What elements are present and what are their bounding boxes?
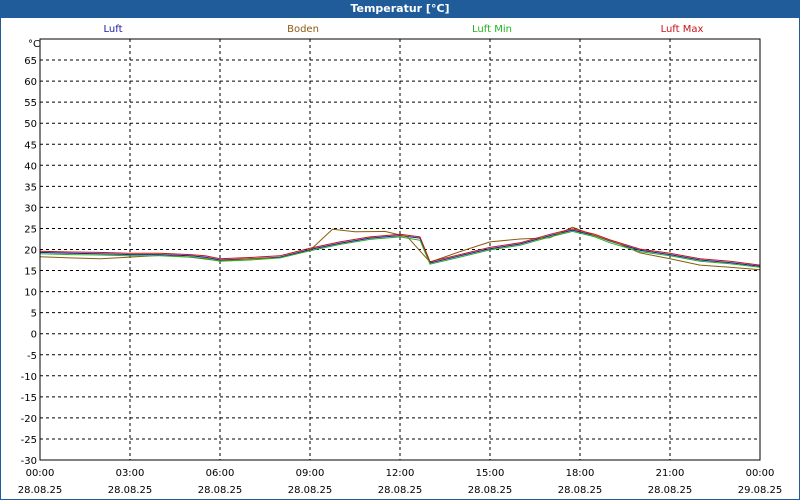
x-tick-date: 28.08.25 bbox=[108, 485, 153, 496]
x-tick-time: 15:00 bbox=[476, 468, 505, 479]
x-tick-labels: 00:00 28.08.25 03:00 28.08.25 06:00 28.08.25 0… bbox=[18, 468, 783, 496]
series-line-luft-max bbox=[39, 228, 761, 266]
x-tick-date: 28.08.25 bbox=[288, 485, 333, 496]
y-tick-label: -20 bbox=[21, 414, 37, 425]
y-tick-label: 25 bbox=[24, 224, 37, 235]
y-tick-label: -15 bbox=[21, 393, 37, 404]
y-tick-label: 50 bbox=[24, 119, 37, 130]
y-tick-labels: 65605550454035302520151050-5-10-15-20-25… bbox=[21, 56, 37, 467]
y-tick-label: -30 bbox=[21, 456, 37, 467]
y-axis-label: °C bbox=[28, 39, 40, 50]
y-tick-label: 35 bbox=[24, 182, 37, 193]
x-tick-time: 00:00 bbox=[26, 468, 55, 479]
x-tick-date: 28.08.25 bbox=[18, 485, 63, 496]
y-tick-label: 30 bbox=[24, 203, 37, 214]
y-tick-label: 0 bbox=[31, 330, 37, 341]
y-tick-label: 55 bbox=[24, 98, 37, 109]
y-tick-label: 15 bbox=[24, 267, 37, 278]
x-tick-time: 12:00 bbox=[386, 468, 415, 479]
y-tick-label: 60 bbox=[24, 77, 37, 88]
x-tick-time: 00:00 bbox=[746, 468, 775, 479]
x-tick-date: 28.08.25 bbox=[378, 485, 423, 496]
y-tick-label: -5 bbox=[27, 351, 37, 362]
x-tick-date: 28.08.25 bbox=[198, 485, 243, 496]
x-tick-time: 09:00 bbox=[296, 468, 325, 479]
x-tick-time: 21:00 bbox=[656, 468, 685, 479]
y-tick-label: -25 bbox=[21, 435, 37, 446]
x-tick-date: 28.08.25 bbox=[648, 485, 693, 496]
x-tick-date: 28.08.25 bbox=[468, 485, 513, 496]
temperature-chart: °C 65605550454035302520151050-5-10-15-20… bbox=[18, 38, 783, 496]
x-tick-date: 29.08.25 bbox=[738, 485, 783, 496]
y-tick-label: 40 bbox=[24, 161, 37, 172]
y-tick-label: 45 bbox=[24, 140, 37, 151]
x-tick-date: 28.08.25 bbox=[558, 485, 603, 496]
x-tick-time: 18:00 bbox=[566, 468, 595, 479]
y-tick-label: 65 bbox=[24, 56, 37, 67]
y-tick-label: 10 bbox=[24, 288, 37, 299]
x-tick-time: 06:00 bbox=[206, 468, 235, 479]
y-tick-label: -10 bbox=[21, 372, 37, 383]
y-tick-label: 5 bbox=[31, 309, 37, 320]
x-tick-time: 03:00 bbox=[116, 468, 145, 479]
y-tick-label: 20 bbox=[24, 246, 37, 257]
